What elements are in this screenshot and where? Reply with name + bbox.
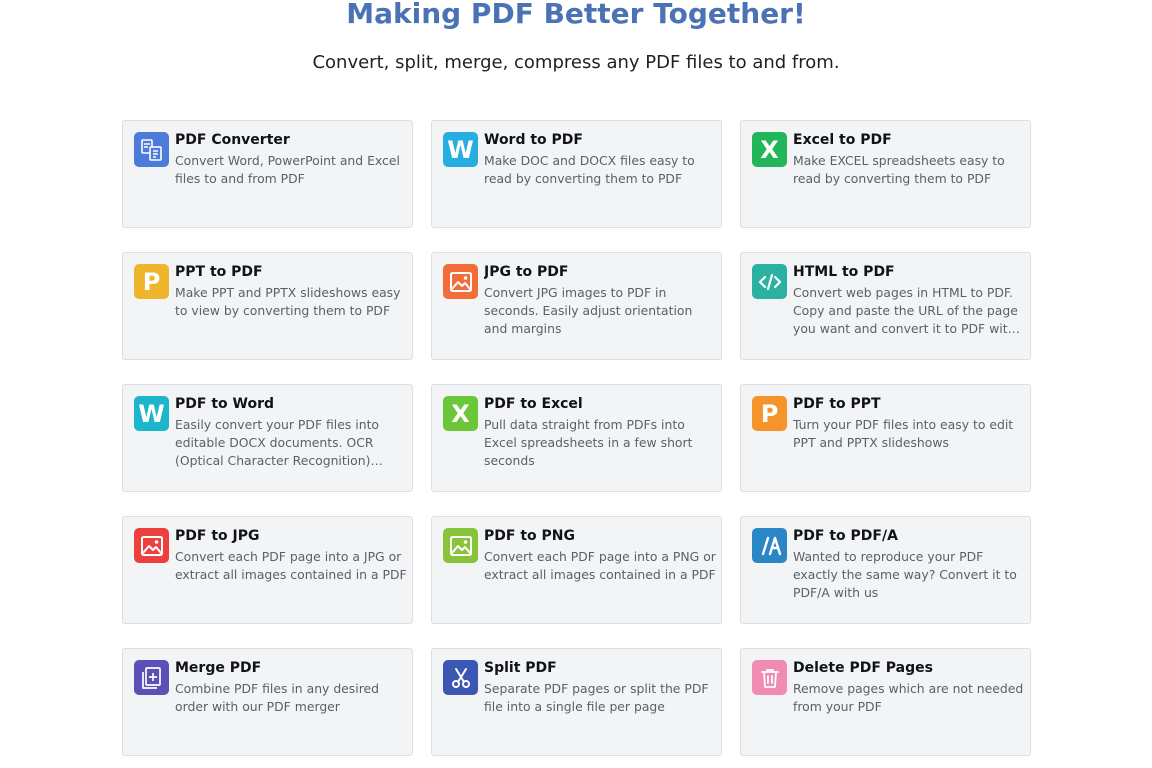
image-icon	[134, 528, 169, 563]
excel-icon: X	[752, 132, 787, 167]
tool-card-html-to-pdf[interactable]: HTML to PDF Convert web pages in HTML to …	[740, 252, 1031, 360]
tool-card-pdf-to-word[interactable]: W PDF to Word Easily convert your PDF file…	[122, 384, 413, 492]
tool-card-title: Delete PDF Pages	[793, 660, 933, 676]
excel-icon: X	[443, 396, 478, 431]
tool-card-description: Convert JPG images to PDF in seconds. Ea…	[484, 285, 693, 336]
tool-card-description: Convert Word, PowerPoint and Excel files…	[175, 153, 400, 186]
tool-card-description: Convert each PDF page into a PNG or extr…	[484, 549, 716, 582]
page: Making PDF Better Together! Convert, spl…	[0, 0, 1152, 768]
tool-card-pdf-to-excel[interactable]: X PDF to Excel Pull data straight from PDF…	[431, 384, 722, 492]
tool-card-description: Separate PDF pages or split the PDF file…	[484, 681, 709, 714]
powerpoint-icon: P	[134, 264, 169, 299]
image-icon	[443, 264, 478, 299]
merge-icon	[134, 660, 169, 695]
page-title: Making PDF Better Together!	[346, 0, 806, 30]
tool-card-delete-pdf-pages[interactable]: Delete PDF Pages Remove pages which are n…	[740, 648, 1031, 756]
image-icon	[443, 528, 478, 563]
tool-card-title: PDF to PDF/A	[793, 528, 898, 544]
tool-card-title: PDF to Excel	[484, 396, 583, 412]
tool-card-description: Make DOC and DOCX files easy to read by …	[484, 153, 695, 186]
tool-card-title: HTML to PDF	[793, 264, 895, 280]
tool-card-pdf-to-ppt[interactable]: P PDF to PPT Turn your PDF files into easy…	[740, 384, 1031, 492]
trash-icon	[752, 660, 787, 695]
tool-card-description: Pull data straight from PDFs into Excel …	[484, 417, 693, 468]
tool-card-title: Excel to PDF	[793, 132, 892, 148]
tool-card-description: Easily convert your PDF files into edita…	[175, 417, 380, 468]
tool-card-description: Remove pages which are not needed from y…	[793, 681, 1024, 714]
tool-card-title: PDF Converter	[175, 132, 290, 148]
tool-card-title: PDF to JPG	[175, 528, 260, 544]
pdf-converter-icon	[134, 132, 169, 167]
page-subtitle: Convert, split, merge, compress any PDF …	[312, 52, 840, 73]
tool-card-pdf-to-jpg[interactable]: PDF to JPG Convert each PDF page into a J…	[122, 516, 413, 624]
tool-card-split-pdf[interactable]: Split PDF Separate PDF pages or split the…	[431, 648, 722, 756]
tool-card-pdf-to-png[interactable]: PDF to PNG Convert each PDF page into a P…	[431, 516, 722, 624]
pdfa-icon	[752, 528, 787, 563]
tool-card-description: Turn your PDF files into easy to edit PP…	[793, 417, 1014, 450]
tool-card-title: PDF to Word	[175, 396, 274, 412]
tool-card-jpg-to-pdf[interactable]: JPG to PDF Convert JPG images to PDF in s…	[431, 252, 722, 360]
tool-card-description: Wanted to reproduce your PDF exactly the…	[793, 549, 1017, 600]
tool-card-title: PDF to PNG	[484, 528, 575, 544]
tool-card-excel-to-pdf[interactable]: X Excel to PDF Make EXCEL spreadsheets eas…	[740, 120, 1031, 228]
word-icon: W	[134, 396, 169, 431]
tool-card-description: Convert each PDF page into a JPG or extr…	[175, 549, 407, 582]
tool-card-description: Combine PDF files in any desired order w…	[175, 681, 380, 714]
tool-card-title: Merge PDF	[175, 660, 262, 676]
tool-card-ppt-to-pdf[interactable]: P PPT to PDF Make PPT and PPTX slideshows …	[122, 252, 413, 360]
tool-card-word-to-pdf[interactable]: W Word to PDF Make DOC and DOCX files easy…	[431, 120, 722, 228]
tool-grid: PDF Converter Convert Word, PowerPoint an…	[122, 120, 1031, 756]
tool-card-description: Convert web pages in HTML to PDF. Copy a…	[793, 285, 1018, 336]
scissors-icon	[443, 660, 478, 695]
tool-card-title: PPT to PDF	[175, 264, 263, 280]
powerpoint-icon: P	[752, 396, 787, 431]
tool-card-merge-pdf[interactable]: Merge PDF Combine PDF files in any desire…	[122, 648, 413, 756]
tool-card-description: Make PPT and PPTX slideshows easy to vie…	[175, 285, 401, 318]
tool-card-title: Split PDF	[484, 660, 557, 676]
tool-card-title: JPG to PDF	[484, 264, 569, 280]
tool-card-pdf-to-pdf-a[interactable]: PDF to PDF/A Wanted to reproduce your PDF…	[740, 516, 1031, 624]
tool-card-pdf-converter[interactable]: PDF Converter Convert Word, PowerPoint an…	[122, 120, 413, 228]
tool-card-description: Make EXCEL spreadsheets easy to read by …	[793, 153, 1005, 186]
tool-card-title: PDF to PPT	[793, 396, 881, 412]
code-icon	[752, 264, 787, 299]
tool-card-title: Word to PDF	[484, 132, 583, 148]
word-icon: W	[443, 132, 478, 167]
